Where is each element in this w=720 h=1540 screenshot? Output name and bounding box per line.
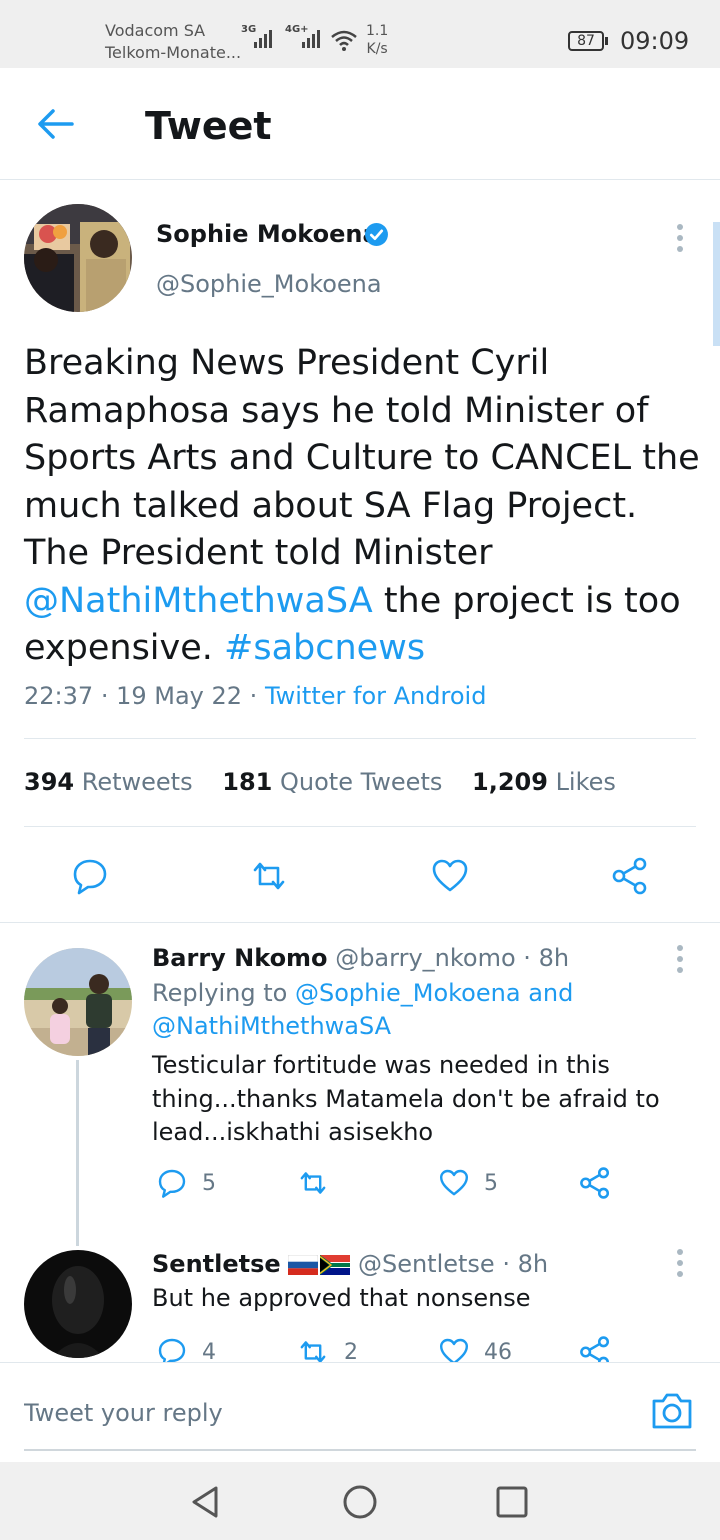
tweet-date: 19 May 22	[116, 682, 243, 710]
reply-count: 4	[202, 1339, 216, 1365]
reply-avatar[interactable]	[24, 1250, 132, 1358]
tweet-meta: 22:37 · 19 May 22 · Twitter for Android	[24, 682, 486, 710]
speed-value: 1.1	[366, 23, 389, 39]
reply-author-name[interactable]: Barry Nkomo	[152, 944, 328, 972]
like-icon[interactable]	[438, 1167, 470, 1199]
retweets-stat[interactable]: 394 Retweets	[24, 768, 193, 796]
reply-icon[interactable]	[156, 1167, 188, 1199]
engagement-counts: 394 Retweets 181 Quote Tweets 1,209 Like…	[24, 768, 616, 796]
replying-to-link[interactable]: @NathiMthethwaSA	[152, 1012, 391, 1040]
verified-badge-icon	[365, 223, 388, 246]
replying-to: Replying to @Sophie_Mokoena and	[152, 977, 573, 1009]
status-bar: Vodacom SA Telkom-Monate... 3G 4G+ 1.1 K…	[0, 0, 720, 68]
replying-and: and	[528, 979, 574, 1007]
reply-header: Barry Nkomo @barry_nkomo · 8h	[152, 942, 569, 974]
divider	[24, 826, 696, 827]
reply-age: 8h	[517, 1250, 549, 1278]
replying-to-link[interactable]: @Sophie_Mokoena	[295, 979, 521, 1007]
retweet-icon[interactable]	[296, 1167, 330, 1199]
like-icon[interactable]	[430, 856, 470, 896]
camera-icon[interactable]	[650, 1391, 694, 1431]
page-title: Tweet	[145, 104, 272, 148]
author-avatar[interactable]	[24, 204, 132, 312]
likes-stat[interactable]: 1,209 Likes	[472, 768, 616, 796]
arrow-left-icon[interactable]	[36, 108, 76, 140]
replying-to-prefix: Replying to	[152, 979, 288, 1007]
replying-to-line-2: @NathiMthethwaSA	[152, 1010, 391, 1042]
reply-header: Sentletse @Sentletse · 8h	[152, 1248, 548, 1280]
reply-text: Testicular fortitude was needed in this …	[152, 1051, 660, 1146]
thread-line	[76, 1060, 79, 1246]
reply-author-handle[interactable]: @barry_nkomo	[335, 944, 515, 972]
network-speed: 1.1 K/s	[366, 22, 388, 58]
share-icon[interactable]	[578, 1166, 612, 1200]
reply-separator: ·	[523, 944, 531, 972]
nav-recents-icon[interactable]	[492, 1482, 532, 1522]
nav-back-icon[interactable]	[186, 1482, 226, 1522]
like-count: 46	[484, 1339, 512, 1365]
battery-icon: 87	[568, 31, 608, 51]
composer-underline	[24, 1449, 696, 1451]
author-name[interactable]: Sophie Mokoena	[156, 220, 379, 248]
reply-composer	[0, 1362, 720, 1462]
reply-author-handle[interactable]: @Sentletse	[358, 1250, 495, 1278]
quotes-count: 181	[222, 768, 273, 796]
more-options-icon[interactable]	[676, 224, 684, 252]
scrollbar[interactable]	[713, 222, 720, 346]
tweet-hashtag-link[interactable]: #sabcnews	[224, 628, 425, 668]
more-options-icon[interactable]	[676, 945, 684, 973]
reply-author-name[interactable]: Sentletse	[152, 1250, 281, 1278]
tweet-source-link[interactable]: Twitter for Android	[265, 682, 486, 710]
carrier-name-2: Telkom-Monate...	[105, 43, 242, 62]
carrier-name-1: Vodacom SA	[105, 21, 206, 40]
tweet-mention-link[interactable]: @NathiMthethwaSA	[24, 581, 373, 621]
divider	[0, 922, 720, 923]
signal-bars-2-icon	[302, 30, 320, 48]
likes-count: 1,209	[472, 768, 548, 796]
reply-age: 8h	[538, 944, 570, 972]
author-handle[interactable]: @Sophie_Mokoena	[156, 270, 382, 298]
meta-separator: ·	[100, 682, 117, 710]
reply-count: 5	[202, 1170, 216, 1196]
reply-icon[interactable]	[70, 856, 110, 896]
retweets-label: Retweets	[81, 768, 193, 796]
meta-separator: ·	[249, 682, 265, 710]
flag-south-africa-icon	[320, 1255, 351, 1275]
tweet-time: 22:37	[24, 682, 94, 710]
reply-input[interactable]	[24, 1393, 624, 1433]
nav-home-icon[interactable]	[340, 1482, 380, 1522]
flag-russia-icon	[288, 1255, 319, 1275]
reply-text: But he approved that nonsense	[152, 1284, 531, 1312]
retweet-icon[interactable]	[249, 856, 289, 896]
share-icon[interactable]	[610, 856, 650, 896]
reply-avatar[interactable]	[24, 948, 132, 1056]
status-clock: 09:09	[620, 27, 690, 55]
tweet-text-part-1: Breaking News President Cyril Ramaphosa …	[24, 343, 700, 573]
quotes-stat[interactable]: 181 Quote Tweets	[222, 768, 442, 796]
retweet-count: 2	[344, 1339, 358, 1365]
reply-action-reply[interactable]: 5	[156, 1167, 216, 1199]
signal-bars-1-icon	[254, 30, 272, 48]
tweet-text: Breaking News President Cyril Ramaphosa …	[24, 340, 704, 673]
retweets-count: 394	[24, 768, 75, 796]
reply-action-retweet[interactable]	[296, 1167, 344, 1199]
speed-unit: K/s	[366, 41, 388, 57]
reply-separator: ·	[502, 1250, 510, 1278]
reply-action-like[interactable]: 5	[438, 1167, 498, 1199]
wifi-icon	[331, 30, 357, 51]
app-header: Tweet	[0, 68, 720, 180]
carrier-info: Vodacom SA Telkom-Monate...	[105, 20, 241, 64]
like-count: 5	[484, 1170, 498, 1196]
more-options-icon[interactable]	[676, 1249, 684, 1277]
system-nav-bar	[0, 1462, 720, 1540]
likes-label: Likes	[555, 768, 616, 796]
divider	[24, 738, 696, 739]
quotes-label: Quote Tweets	[280, 768, 443, 796]
